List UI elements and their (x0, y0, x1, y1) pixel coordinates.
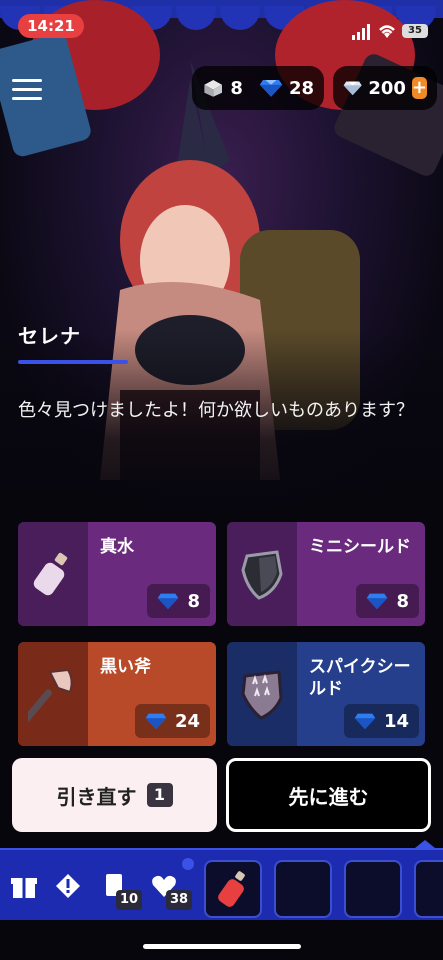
reroll-label: 引き直す (56, 784, 137, 809)
inventory-slot[interactable] (274, 860, 332, 918)
diamond-pill[interactable]: 200 + (333, 66, 437, 110)
gem-icon (367, 593, 388, 610)
shop-item-price: 8 (147, 584, 210, 618)
black-axe-icon (28, 668, 73, 722)
shop-item-icon-box (227, 642, 297, 746)
curtain-scallop (220, 6, 260, 30)
diamond-icon (343, 81, 362, 96)
water-bottle-icon (33, 552, 68, 596)
dialogue-text: 色々見つけましたよ！何か欲しいものあります？ (18, 400, 414, 421)
hamburger-menu-icon[interactable] (12, 78, 42, 102)
price-value: 8 (187, 590, 200, 612)
gem-icon (158, 593, 179, 610)
price-value: 24 (174, 710, 200, 732)
gift-icon[interactable] (10, 872, 38, 900)
shop-item-name: スパイクシールド (309, 657, 411, 699)
chest-count: 8 (230, 77, 243, 99)
cellular-signal-icon (352, 24, 370, 40)
home-indicator (143, 944, 301, 949)
red-potion-icon (218, 871, 245, 907)
currency-bar: 8 28 (192, 66, 324, 110)
shop-item-card[interactable]: ミニシールド 8 (227, 522, 425, 626)
shop-item-name: 真水 (100, 537, 134, 557)
shop-item-card[interactable]: 黒い斧 24 (18, 642, 216, 746)
shop-item-icon-box (18, 522, 88, 626)
shop-item-icon-box (18, 642, 88, 746)
chest-icon (204, 79, 223, 97)
shop-item-price: 24 (134, 704, 210, 738)
spike-shield-icon (241, 670, 283, 720)
diamond-count: 200 (368, 77, 406, 99)
shop-item-price: 8 (356, 584, 419, 618)
shop-item-name: ミニシールド (309, 537, 411, 557)
shop-item-icon-box (227, 522, 297, 626)
name-underline (18, 360, 128, 364)
inventory-slot[interactable] (414, 860, 443, 918)
gem-icon (145, 713, 167, 730)
status-time: 14:21 (18, 14, 84, 38)
shop-item-card[interactable]: スパイクシールド 14 (227, 642, 425, 746)
reroll-button[interactable]: 引き直す 1 (12, 758, 217, 832)
gem-count: 28 (288, 77, 314, 99)
price-value: 8 (396, 590, 409, 612)
inventory-slot[interactable] (344, 860, 402, 918)
shop-item-name: 黒い斧 (100, 657, 151, 677)
cards-count: 10 (116, 890, 143, 910)
curtain-scallop (176, 6, 216, 30)
add-diamonds-button[interactable]: + (411, 77, 427, 99)
wifi-icon (379, 25, 395, 38)
alert-icon[interactable] (54, 872, 82, 900)
inventory-slot[interactable] (204, 860, 262, 918)
gem-icon (354, 713, 376, 730)
shop-item-price: 14 (343, 704, 419, 738)
shop-item-card[interactable]: 真水 8 (18, 522, 216, 626)
battery-indicator: 35 (402, 24, 428, 38)
gem-icon (259, 80, 283, 97)
reroll-count-badge: 1 (146, 783, 173, 807)
character-name: セレナ (18, 324, 81, 348)
notification-dot (182, 858, 194, 870)
small-shield-icon (241, 550, 283, 600)
health-count: 38 (166, 890, 193, 910)
proceed-button[interactable]: 先に進む (226, 758, 431, 832)
price-value: 14 (383, 710, 409, 732)
